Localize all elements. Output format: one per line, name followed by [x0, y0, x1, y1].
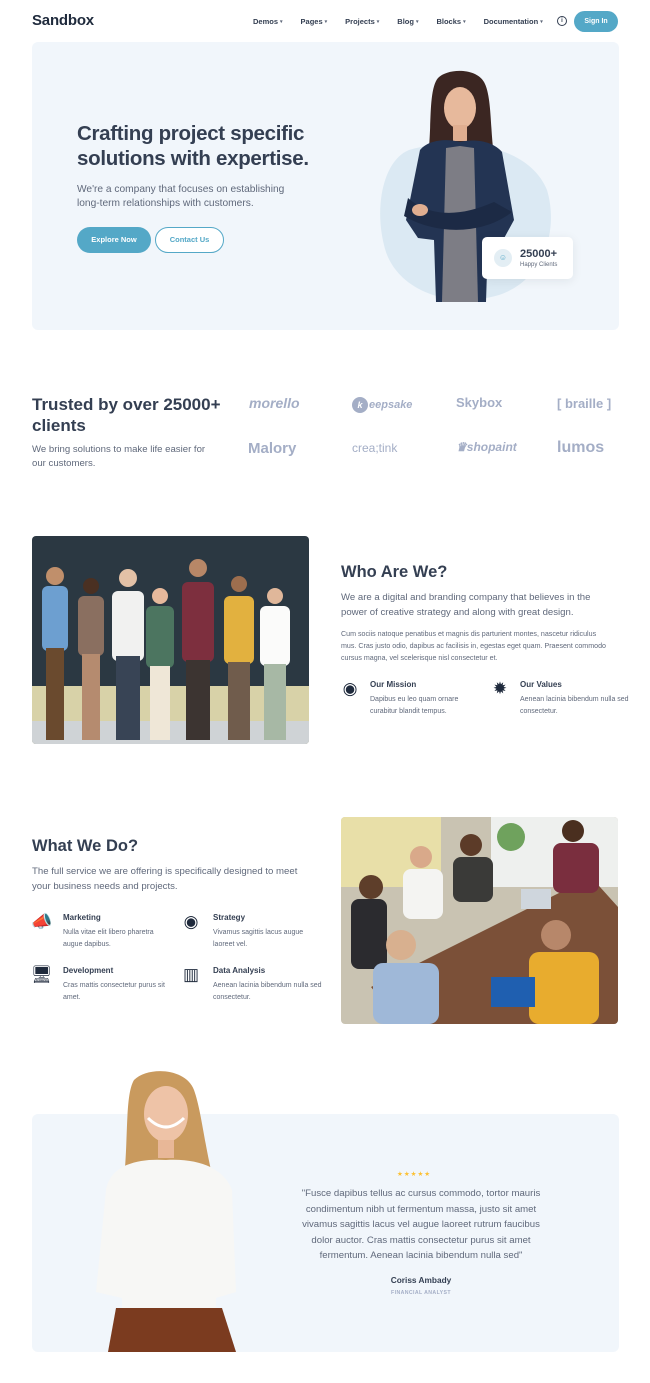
brand-logo[interactable]: Sandbox: [32, 12, 94, 29]
feature-title-mission: Our Mission: [370, 680, 417, 689]
explore-now-button[interactable]: Explore Now: [77, 227, 151, 253]
team-photo: [32, 536, 309, 744]
testimonial-name: Coriss Ambady: [390, 1275, 452, 1285]
service-title-strategy: Strategy: [213, 913, 246, 922]
feature-text-values: Aenean lacinia bibendum nulla sed consec…: [520, 696, 629, 715]
client-logo-creatink: crea;tink: [352, 441, 398, 455]
nav-projects[interactable]: Projects ▾: [345, 17, 379, 26]
main-nav: Demos ▾ Pages ▾ Projects ▾ Blog ▾ Blocks ▾ Do…: [253, 17, 561, 26]
chevron-down-icon: ▾: [540, 18, 543, 25]
testimonial-role: FINANCIAL ANALYST: [391, 1290, 451, 1296]
client-logo-skybox: Skybox: [456, 395, 503, 410]
award-icon: ✹: [492, 679, 508, 698]
service-title-development: Development: [63, 966, 114, 975]
users-icon: ☺: [494, 249, 512, 267]
client-logo-morello: morello: [249, 395, 300, 411]
contact-us-button[interactable]: Contact Us: [155, 227, 224, 253]
nav-blog[interactable]: Blog ▾: [397, 17, 418, 26]
chevron-down-icon: ▾: [280, 18, 283, 25]
chevron-down-icon: ▾: [463, 18, 466, 25]
sign-in-button[interactable]: Sign In: [574, 11, 618, 32]
what-lead: The full service we are offering is spec…: [32, 866, 298, 892]
feature-title-values: Our Values: [520, 680, 562, 689]
nav-documentation[interactable]: Documentation ▾: [484, 17, 543, 26]
service-text-marketing: Nulla vitae elit libero pharetra augue d…: [63, 929, 154, 948]
chevron-down-icon: ▾: [376, 18, 380, 25]
who-lead: We are a digital and branding company th…: [341, 592, 591, 618]
hero-subtitle: We're a company that focuses on establis…: [77, 184, 285, 209]
nav-demos[interactable]: Demos ▾: [253, 17, 283, 26]
client-logo-keepsake: k eepsake: [352, 397, 412, 413]
service-text-strategy: Vivamus sagittis lacus augue laoreet vel…: [213, 929, 304, 948]
info-circle-icon[interactable]: i: [557, 16, 567, 26]
meeting-photo: [341, 817, 618, 1024]
client-logo-braille: [ braille ]: [557, 396, 612, 411]
who-title: Who Are We?: [341, 563, 448, 581]
service-title-data-analysis: Data Analysis: [213, 966, 266, 975]
client-logo-malory: Malory: [248, 440, 297, 457]
monitor-icon: 🖥: [31, 965, 53, 984]
hero-title: Crafting project specific solutions with…: [77, 122, 309, 170]
nav-blocks[interactable]: Blocks ▾: [436, 17, 465, 26]
target-icon: ◉: [342, 679, 358, 698]
service-title-marketing: Marketing: [63, 913, 101, 922]
megaphone-icon: 📣: [31, 912, 53, 931]
chevron-down-icon: ▾: [324, 18, 328, 25]
stat-number: 25000+: [520, 248, 558, 260]
what-title: What We Do?: [32, 837, 139, 855]
bar-chart-icon: ▥: [182, 965, 200, 984]
stat-label: Happy Clients: [520, 262, 558, 268]
keepsake-mark-icon: k: [352, 397, 368, 413]
client-logo-shopaint: ♛shopaint: [456, 440, 517, 454]
clients-title: Trusted by over 25000+ clients: [32, 395, 221, 435]
rating-stars: ★★★★★: [397, 1171, 432, 1178]
client-logo-lumos: lumos: [557, 439, 605, 456]
testimonial-quote: "Fusce dapibus tellus ac cursus commodo,…: [301, 1188, 541, 1262]
service-text-development: Cras mattis consectetur purus sit amet.: [63, 982, 165, 1001]
chevron-down-icon: ▾: [415, 18, 419, 25]
testimonial-person-image: [96, 1071, 236, 1352]
feature-text-mission: Dapibus eu leo quam ornare curabitur bla…: [370, 696, 459, 715]
service-text-data-analysis: Aenean lacinia bibendum nulla sed consec…: [213, 982, 322, 1001]
who-body: Cum sociis natoque penatibus et magnis d…: [341, 630, 606, 662]
nav-pages[interactable]: Pages ▾: [301, 17, 328, 26]
shopaint-mark-icon: ♛: [456, 440, 467, 454]
target-icon: ◉: [183, 912, 199, 931]
clients-subtitle: We bring solutions to make life easier f…: [32, 444, 206, 469]
